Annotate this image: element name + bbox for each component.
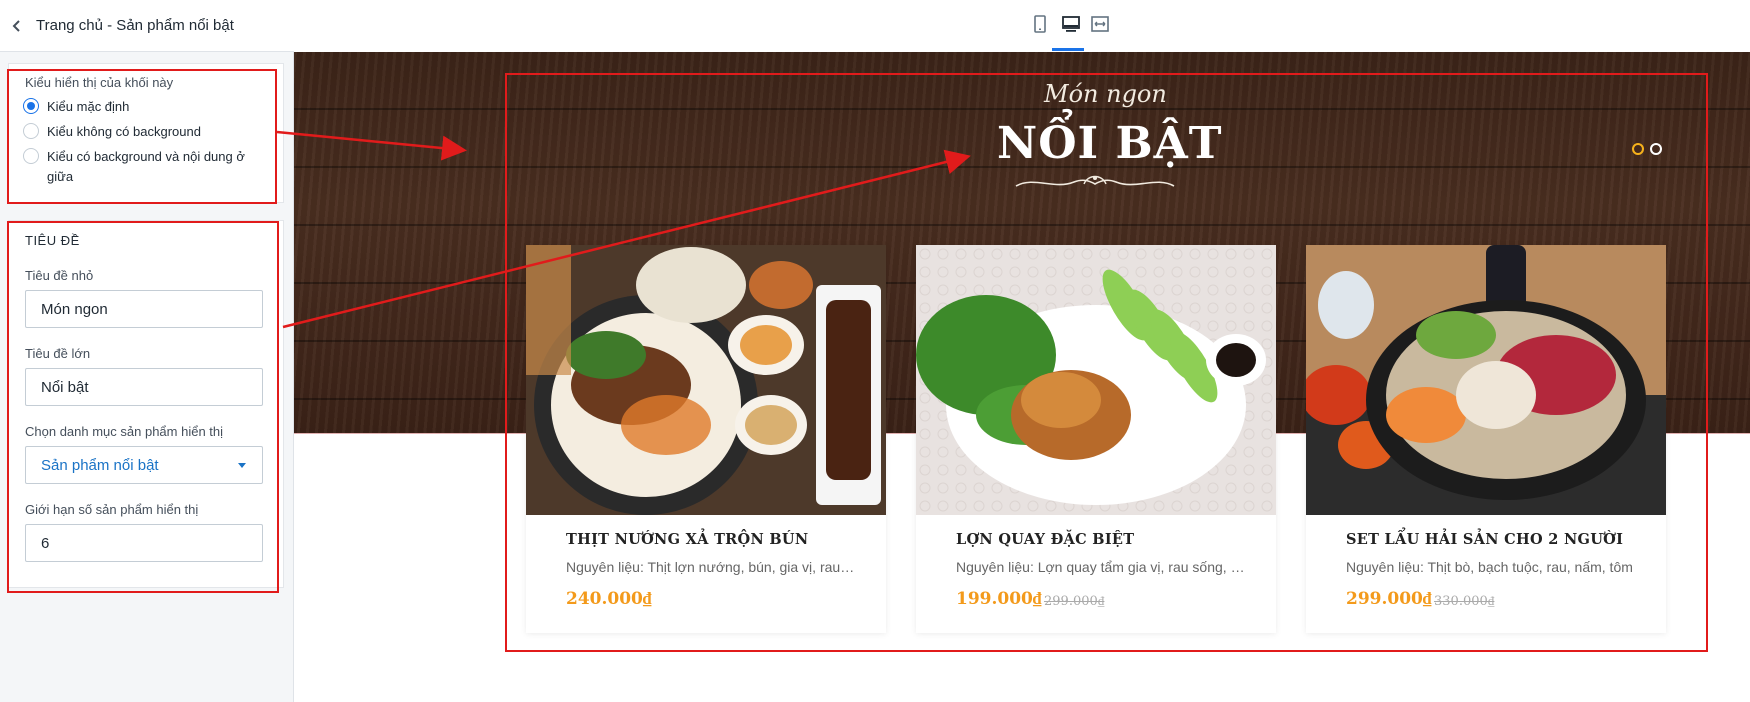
product-card[interactable]: SET LẨU HẢI SẢN CHO 2 NGƯỜI Nguyên liệu:… bbox=[1306, 245, 1666, 633]
preview-subtitle: Món ngon bbox=[1044, 80, 1167, 108]
display-style-card: Kiểu hiển thị của khối này Kiểu mặc định… bbox=[8, 63, 284, 203]
preview-title: NỔI BẬT bbox=[997, 118, 1223, 169]
desktop-icon[interactable] bbox=[1061, 14, 1081, 34]
radio-default[interactable] bbox=[23, 98, 39, 114]
back-button[interactable] bbox=[2, 11, 32, 41]
small-title-label: Tiêu đề nhỏ bbox=[25, 268, 94, 283]
display-option-label: Kiểu có background và nội dung ở giữa bbox=[47, 149, 245, 184]
display-option-label: Kiểu mặc định bbox=[47, 99, 130, 114]
settings-sidebar: Trang chủ - Sản phẩm nổi bật Kiểu hiển t… bbox=[0, 0, 294, 702]
product-card[interactable]: LỢN QUAY ĐẶC BIỆT Nguyên liệu: Lợn quay … bbox=[916, 245, 1276, 633]
section-heading: TIÊU ĐỀ bbox=[25, 233, 80, 248]
radio-no-background[interactable] bbox=[23, 123, 39, 139]
product-desc: Nguyên liệu: Lợn quay tẩm gia vị, rau số… bbox=[956, 559, 1248, 575]
product-name: LỢN QUAY ĐẶC BIỆT bbox=[956, 531, 1135, 548]
display-option-label: Kiểu không có background bbox=[47, 124, 201, 139]
limit-label: Giới hạn số sản phẩm hiển thị bbox=[25, 502, 199, 517]
display-style-label: Kiểu hiển thị của khối này bbox=[25, 75, 174, 90]
product-old-price: 299.000₫ bbox=[1044, 594, 1105, 609]
product-name: SET LẨU HẢI SẢN CHO 2 NGƯỜI bbox=[1346, 531, 1624, 548]
sidebar-header: Trang chủ - Sản phẩm nổi bật bbox=[0, 0, 294, 52]
product-old-price: 330.000₫ bbox=[1434, 594, 1495, 609]
display-option-no-background[interactable]: Kiểu không có background bbox=[23, 122, 267, 142]
large-title-label: Tiêu đề lớn bbox=[25, 346, 91, 361]
mobile-icon[interactable] bbox=[1030, 14, 1050, 34]
caret-down-icon bbox=[238, 463, 246, 468]
title-settings-card: TIÊU ĐỀ Tiêu đề nhỏ Món ngon Tiêu đề lớn… bbox=[8, 220, 284, 588]
product-name: THỊT NƯỚNG XẢ TRỘN BÚN bbox=[566, 531, 809, 548]
product-price: 299.000₫ bbox=[1346, 589, 1432, 609]
radio-centered-background[interactable] bbox=[23, 148, 39, 164]
small-title-input[interactable]: Món ngon bbox=[25, 290, 263, 328]
slider-dot-1[interactable] bbox=[1632, 143, 1644, 155]
slider-dot-2[interactable] bbox=[1650, 143, 1662, 155]
product-desc: Nguyên liệu: Thịt lợn nướng, bún, gia vị… bbox=[566, 559, 858, 575]
sidebar-title: Trang chủ - Sản phẩm nổi bật bbox=[36, 17, 234, 34]
product-card[interactable]: THỊT NƯỚNG XẢ TRỘN BÚN Nguyên liệu: Thịt… bbox=[526, 245, 886, 633]
product-desc: Nguyên liệu: Thịt bò, bạch tuộc, rau, nấ… bbox=[1346, 559, 1633, 575]
category-select[interactable]: Sản phẩm nổi bật bbox=[25, 446, 263, 484]
product-image-lon-quay bbox=[916, 245, 1276, 515]
device-toolbar bbox=[294, 0, 1750, 52]
active-device-indicator bbox=[1052, 48, 1084, 51]
fullwidth-icon[interactable] bbox=[1090, 14, 1110, 34]
product-price: 199.000₫ bbox=[956, 589, 1042, 609]
product-price: 240.000₫ bbox=[566, 589, 652, 609]
category-select-value: Sản phẩm nổi bật bbox=[41, 456, 159, 474]
display-option-centered-background[interactable]: Kiểu có background và nội dung ở giữa bbox=[23, 147, 267, 187]
product-image-bun-thit-nuong bbox=[526, 245, 886, 515]
chevron-left-icon bbox=[12, 19, 20, 32]
product-image-lau-hai-san bbox=[1306, 245, 1666, 515]
display-option-default[interactable]: Kiểu mặc định bbox=[23, 97, 267, 117]
large-title-input[interactable]: Nổi bật bbox=[25, 368, 263, 406]
limit-input[interactable]: 6 bbox=[25, 524, 263, 562]
category-label: Chọn danh mục sản phẩm hiển thị bbox=[25, 424, 224, 439]
flourish-ornament-icon bbox=[1015, 175, 1175, 187]
